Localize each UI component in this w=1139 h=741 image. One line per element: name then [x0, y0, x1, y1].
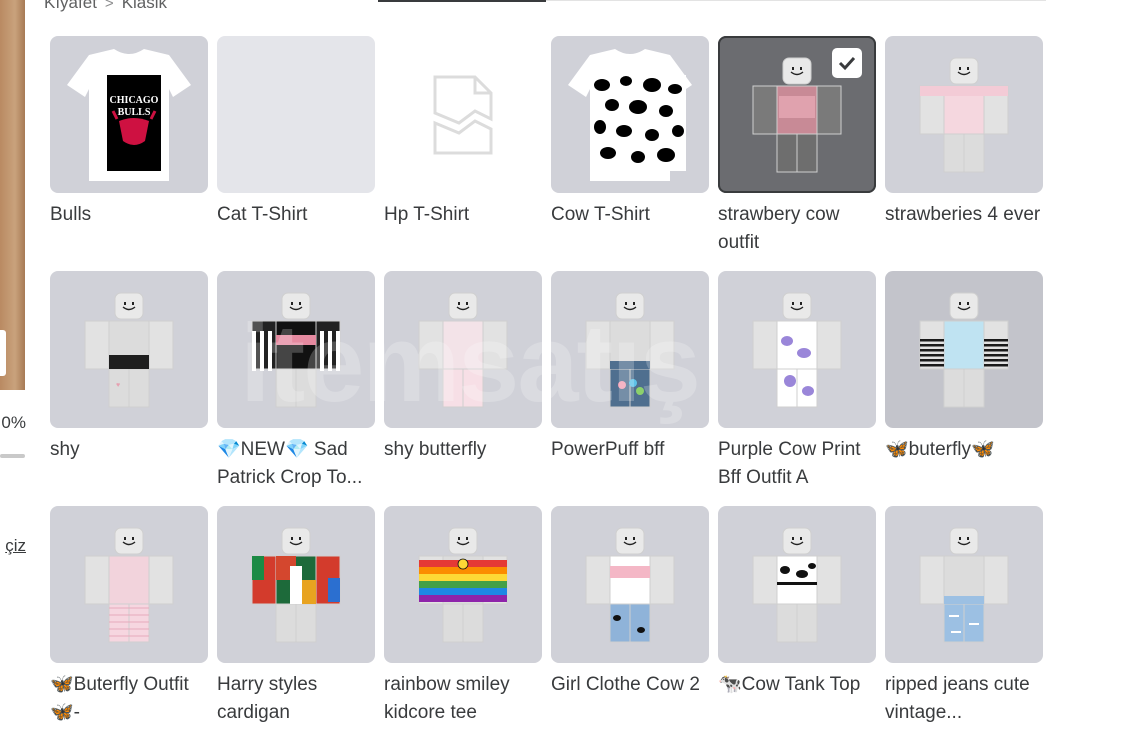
item-name: strawberies 4 ever [885, 204, 1041, 225]
item-thumbnail[interactable]: CHICAGO BULLS [50, 36, 208, 193]
check-icon[interactable] [832, 48, 862, 78]
item-name: Cow T-Shirt [551, 204, 650, 225]
item-card[interactable]: Hp T-Shirt [384, 36, 542, 271]
svg-text:BULLS: BULLS [118, 107, 151, 118]
zoom-percent: 0% [1, 413, 26, 432]
item-name: 💎NEW💎 Sad Patrick Crop To... [217, 439, 363, 488]
rotate-handle[interactable] [0, 330, 6, 376]
item-grid: CHICAGO BULLS Bulls Cat T-Shirt Hp T-Shir… [50, 36, 1050, 741]
divider [546, 0, 1046, 1]
item-card[interactable]: shy butterfly [384, 271, 542, 506]
item-thumbnail[interactable] [718, 271, 876, 428]
item-card[interactable]: ripped jeans cute vintage... [885, 506, 1043, 741]
svg-text:♥: ♥ [116, 382, 120, 389]
item-card[interactable]: Girl Clothe Cow 2 [551, 506, 709, 741]
item-thumbnail[interactable] [551, 271, 709, 428]
active-tab-indicator [378, 0, 546, 2]
item-name: Purple Cow Print Bff Outfit A [718, 439, 861, 488]
svg-text:CHICAGO: CHICAGO [110, 95, 159, 106]
item-thumbnail[interactable] [718, 36, 876, 193]
item-card[interactable]: PowerPuff bff [551, 271, 709, 506]
item-thumbnail[interactable] [217, 506, 375, 663]
item-thumbnail[interactable]: ♥ [50, 271, 208, 428]
item-card[interactable]: CHICAGO BULLS Bulls [50, 36, 208, 271]
item-card[interactable]: strawberies 4 ever [885, 36, 1043, 271]
item-thumbnail[interactable] [885, 271, 1043, 428]
item-card[interactable]: Cat T-Shirt [217, 36, 375, 271]
item-card[interactable]: 🦋buterfly🦋 [885, 271, 1043, 506]
zoom-slider[interactable] [0, 454, 25, 458]
item-thumbnail[interactable] [384, 36, 542, 193]
item-name: Girl Clothe Cow 2 [551, 674, 700, 695]
item-thumbnail[interactable] [384, 506, 542, 663]
item-card[interactable]: rainbow smiley kidcore tee [384, 506, 542, 741]
item-card[interactable]: ♥ shy [50, 271, 208, 506]
item-card[interactable]: 🦋Buterfly Outfit 🦋- [50, 506, 208, 741]
item-name: strawbery cow outfit [718, 204, 840, 253]
item-name: ripped jeans cute vintage... [885, 674, 1030, 723]
breadcrumb: Kıyafet > Klasik [44, 0, 167, 13]
item-name: rainbow smiley kidcore tee [384, 674, 510, 723]
item-name: Cat T-Shirt [217, 204, 308, 225]
item-name: 🐄Cow Tank Top [718, 674, 861, 695]
item-name: 🦋Buterfly Outfit 🦋- [50, 674, 189, 723]
chevron-right-icon: > [104, 0, 114, 12]
item-thumbnail[interactable] [885, 506, 1043, 663]
avatar-preview-panel: 0% çiz [0, 0, 26, 737]
item-name: Harry styles cardigan [217, 674, 318, 723]
item-thumbnail[interactable] [718, 506, 876, 663]
item-thumbnail[interactable] [217, 271, 375, 428]
item-card[interactable]: Harry styles cardigan [217, 506, 375, 741]
item-name: shy [50, 439, 80, 460]
item-card[interactable]: Purple Cow Print Bff Outfit A [718, 271, 876, 506]
item-name: shy butterfly [384, 439, 487, 460]
item-thumbnail[interactable] [217, 36, 375, 193]
item-thumbnail[interactable] [551, 36, 709, 193]
item-name: 🦋buterfly🦋 [885, 439, 995, 460]
breadcrumb-parent[interactable]: Kıyafet [44, 0, 97, 13]
item-name: Hp T-Shirt [384, 204, 470, 225]
item-name: PowerPuff bff [551, 439, 665, 460]
item-thumbnail[interactable] [384, 271, 542, 428]
item-thumbnail[interactable] [50, 506, 208, 663]
item-card[interactable]: 💎NEW💎 Sad Patrick Crop To... [217, 271, 375, 506]
item-card[interactable]: strawbery cow outfit [718, 36, 876, 271]
item-card[interactable]: 🐄Cow Tank Top [718, 506, 876, 741]
item-card[interactable]: Cow T-Shirt [551, 36, 709, 271]
item-thumbnail[interactable] [885, 36, 1043, 193]
draw-link[interactable]: çiz [0, 536, 26, 556]
item-thumbnail[interactable] [551, 506, 709, 663]
item-name: Bulls [50, 204, 92, 225]
breadcrumb-current: Klasik [121, 0, 168, 12]
